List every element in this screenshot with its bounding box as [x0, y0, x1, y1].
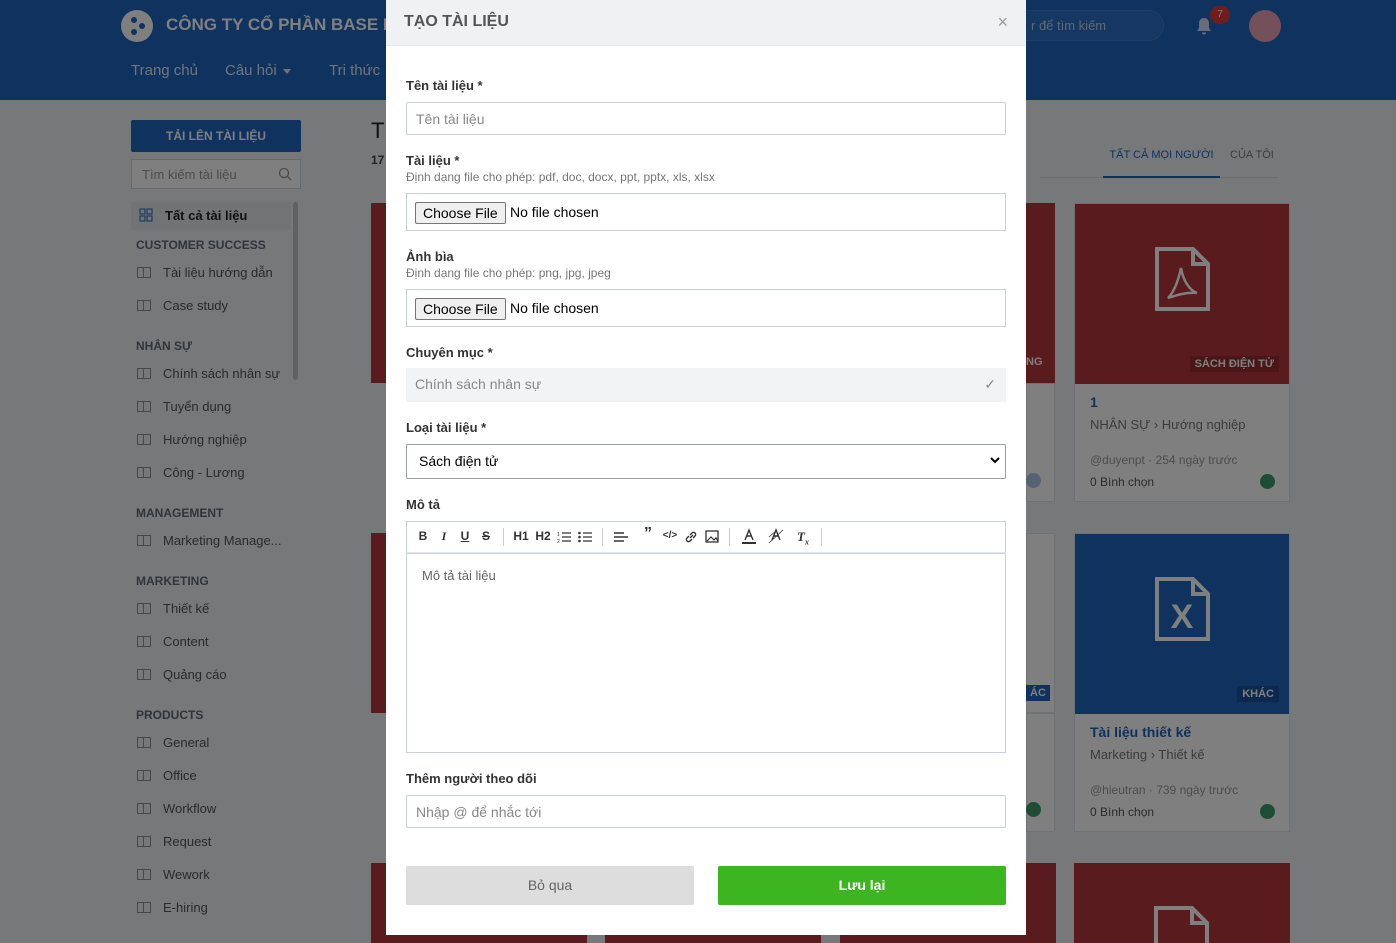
choose-cover-button[interactable]: Choose File: [415, 298, 506, 320]
document-type-label: Loại tài liệu *: [406, 420, 487, 435]
skip-button[interactable]: Bỏ qua: [406, 866, 694, 905]
modal-header: TẠO TÀI LIỆU ×: [386, 0, 1026, 46]
followers-input[interactable]: Nhập @ để nhắc tới: [406, 795, 1006, 828]
modal-title: TẠO TÀI LIỆU: [404, 13, 509, 30]
document-name-input[interactable]: Tên tài liệu: [406, 102, 1006, 135]
cover-image-hint: Định dạng file cho phép: png, jpg, jpeg: [406, 266, 611, 280]
svg-text:1: 1: [557, 532, 560, 538]
description-editor[interactable]: Mô tả tài liệu: [406, 553, 1006, 753]
cover-image-field: Choose File No file chosen: [406, 289, 1006, 327]
heading2-icon[interactable]: H2: [533, 529, 553, 543]
text-color-icon[interactable]: [741, 528, 757, 545]
cover-file-status: No file chosen: [510, 300, 599, 316]
document-file-hint: Định dạng file cho phép: pdf, doc, docx,…: [406, 170, 715, 184]
bullet-list-icon[interactable]: [578, 531, 592, 544]
code-icon[interactable]: </>: [662, 530, 678, 541]
document-file-field: Choose File No file chosen: [406, 193, 1006, 231]
check-icon: ✓: [984, 376, 996, 392]
toolbar-divider: [503, 528, 504, 546]
toolbar-divider: [602, 528, 603, 546]
document-type-value: Sách điện tử: [419, 453, 499, 469]
document-type-select[interactable]: Sách điện tử: [406, 444, 1006, 479]
file-status: No file chosen: [510, 204, 599, 220]
document-file-label: Tài liệu *: [406, 153, 460, 168]
description-label: Mô tả: [406, 497, 440, 512]
create-document-modal: TẠO TÀI LIỆU × Tên tài liệu * Tên tài li…: [386, 0, 1026, 935]
toolbar-divider: [821, 528, 822, 546]
italic-icon[interactable]: I: [436, 529, 452, 544]
choose-file-button[interactable]: Choose File: [415, 202, 506, 224]
strikethrough-icon[interactable]: S: [478, 529, 494, 543]
image-icon[interactable]: [705, 530, 719, 543]
ordered-list-icon[interactable]: 12: [557, 531, 571, 544]
category-label: Chuyên mục *: [406, 345, 493, 360]
align-icon[interactable]: [614, 531, 628, 544]
underline-icon[interactable]: U: [457, 529, 473, 543]
link-icon[interactable]: [684, 530, 698, 544]
chevron-down-icon: [990, 457, 1000, 464]
svg-text:2: 2: [557, 539, 560, 544]
clear-format-icon[interactable]: Tx: [795, 529, 811, 547]
editor-toolbar: B I U S H1 H2 12 ” </> Tx: [406, 521, 1006, 553]
category-value: Chính sách nhân sự: [415, 376, 542, 392]
close-icon[interactable]: ×: [997, 12, 1008, 33]
save-button[interactable]: Lưu lại: [718, 866, 1006, 905]
heading1-icon[interactable]: H1: [511, 529, 531, 543]
followers-label: Thêm người theo dõi: [406, 771, 537, 786]
quote-icon[interactable]: ”: [640, 525, 656, 543]
highlight-icon[interactable]: [768, 528, 784, 545]
category-field[interactable]: Chính sách nhân sự ✓: [406, 368, 1006, 402]
bold-icon[interactable]: B: [415, 529, 431, 543]
document-name-label: Tên tài liệu *: [406, 78, 483, 93]
cover-image-label: Ảnh bìa: [406, 249, 454, 264]
toolbar-divider: [729, 528, 730, 546]
